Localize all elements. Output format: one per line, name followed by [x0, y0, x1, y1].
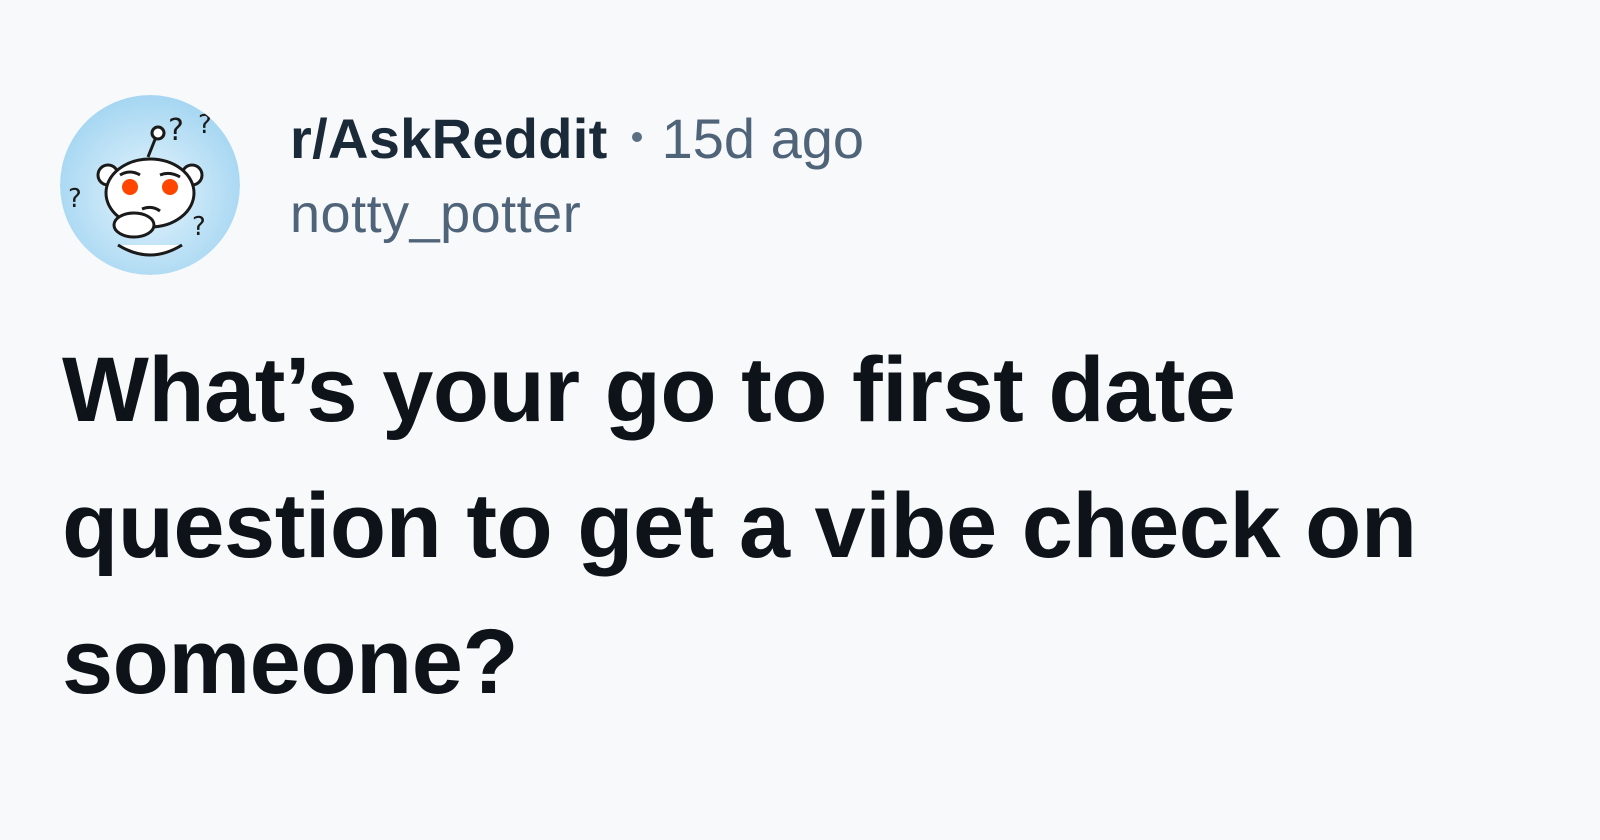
svg-text:?: ?: [68, 184, 82, 214]
post-card: ? ? ? ? r/AskReddit 15d ago notty_potter…: [0, 0, 1600, 840]
post-title[interactable]: What’s your go to first date question to…: [62, 322, 1552, 730]
author-username[interactable]: notty_potter: [290, 183, 864, 245]
svg-text:?: ?: [198, 110, 212, 140]
post-age: 15d ago: [661, 107, 865, 170]
svg-text:?: ?: [192, 212, 206, 242]
post-meta-line: r/AskReddit 15d ago: [290, 106, 864, 171]
reddit-snoo-confused-icon: ? ? ? ?: [60, 95, 240, 275]
subreddit-avatar[interactable]: ? ? ? ?: [60, 95, 240, 275]
post-meta: r/AskReddit 15d ago notty_potter: [290, 106, 864, 245]
separator-dot: [631, 132, 642, 142]
subreddit-link[interactable]: r/AskReddit: [290, 106, 608, 171]
svg-text:?: ?: [168, 113, 184, 148]
